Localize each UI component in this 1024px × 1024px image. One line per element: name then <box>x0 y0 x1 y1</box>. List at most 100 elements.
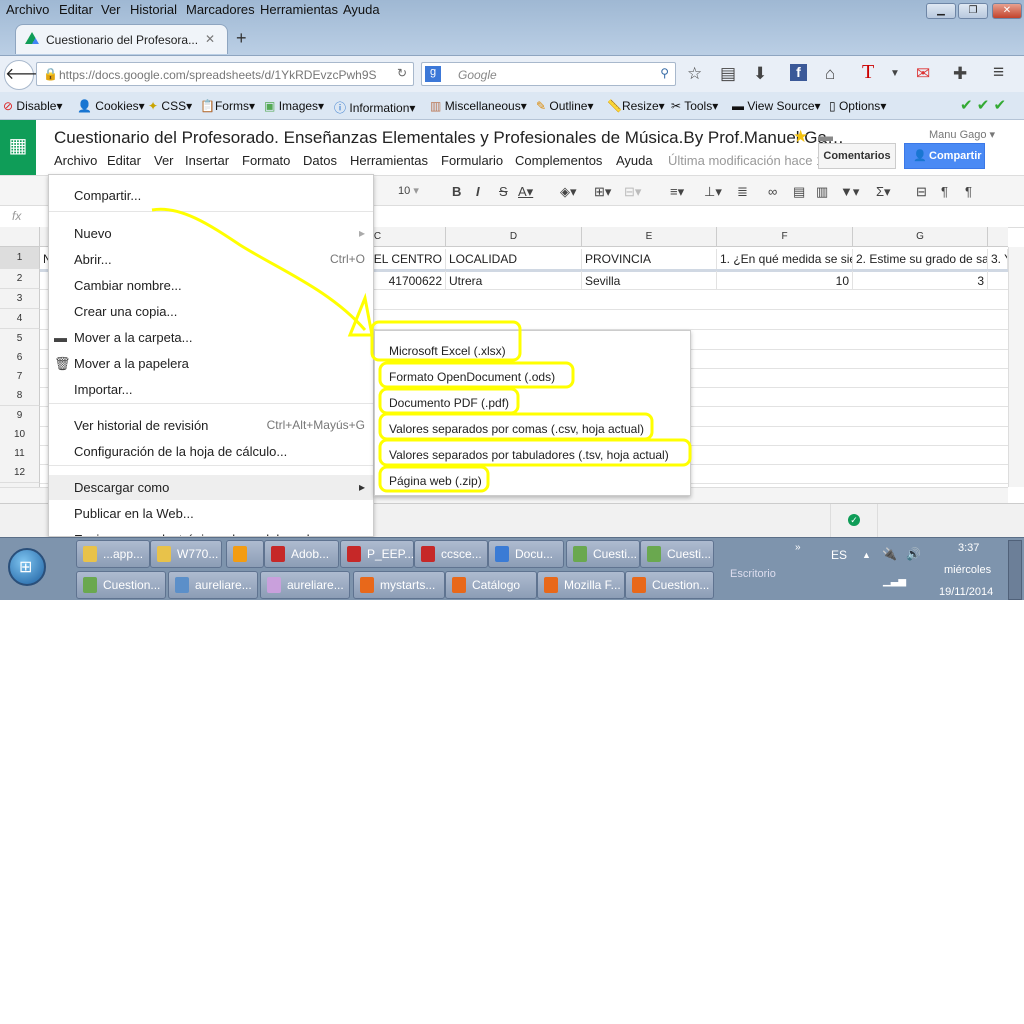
align-icon[interactable]: ≡▾ <box>670 184 684 200</box>
menu-marcadores[interactable]: Marcadores <box>186 2 255 17</box>
taskbar-button[interactable]: Docu... <box>488 540 564 568</box>
column-header-e[interactable]: E <box>582 227 717 247</box>
link-icon[interactable]: ∞ <box>768 184 777 199</box>
column-header-g[interactable]: G <box>853 227 988 247</box>
clock-date[interactable]: 19/11/2014 <box>939 586 993 598</box>
cell-row2[interactable]: 3 <box>853 271 988 290</box>
row-header[interactable]: 4 <box>0 309 40 329</box>
search-icon[interactable]: ⚲ <box>660 66 669 80</box>
cell-row1[interactable]: 3. Y <box>988 249 1008 269</box>
taskbar-button[interactable]: Mozilla F... <box>537 571 625 599</box>
text-tool-icon[interactable]: T <box>862 61 874 84</box>
restore-button[interactable]: ❐ <box>958 3 988 19</box>
row-header[interactable]: 7 <box>0 367 40 387</box>
row-header[interactable]: 6 <box>0 348 40 368</box>
devbar-miscellaneous[interactable]: ▥ Miscellaneous▾ <box>430 99 527 113</box>
column-header-f[interactable]: F <box>717 227 853 247</box>
cell-row1[interactable]: 1. ¿En qué medida se sie <box>717 249 853 269</box>
devbar-cookies[interactable]: 👤 Cookies▾ <box>77 99 145 113</box>
file-menu-item[interactable]: Ver historial de revisión Ctrl+Alt+Mayús+… <box>49 413 373 438</box>
taskbar-button[interactable]: P_EEP... <box>340 540 414 568</box>
row-header[interactable]: 10 <box>0 425 40 445</box>
devbar-information[interactable]: ⓘ Information▾ <box>334 99 415 116</box>
ltr-icon[interactable]: ¶ <box>941 184 948 199</box>
menu-historial[interactable]: Historial <box>130 2 177 17</box>
bookmark-star-icon[interactable]: ☆ <box>687 64 702 84</box>
row-header[interactable]: 11 <box>0 444 40 464</box>
fill-color-icon[interactable]: ◈▾ <box>560 184 577 200</box>
file-menu-item[interactable]: Descargar como ▸ <box>49 475 373 500</box>
file-menu-item[interactable]: Compartir... <box>49 183 373 208</box>
vertical-align-icon[interactable]: ⊥▾ <box>704 184 722 200</box>
menu-ver-sheets[interactable]: Ver <box>154 153 174 168</box>
taskbar-button[interactable] <box>226 540 264 568</box>
menu-complementos[interactable]: Complementos <box>515 153 602 168</box>
file-menu-item[interactable]: Nuevo ▸ <box>49 221 373 246</box>
devbar-disable[interactable]: ⊘ Disable▾ <box>3 99 62 113</box>
document-title[interactable]: Cuestionario del Profesorado. Enseñanzas… <box>54 128 844 148</box>
taskbar-button[interactable]: aureliare... <box>168 571 258 599</box>
taskbar-button[interactable]: Cuesti... <box>566 540 640 568</box>
cell-row2[interactable]: 10 <box>717 271 853 290</box>
search-box[interactable]: g Google ⚲ <box>421 62 676 86</box>
desktop-toolbar[interactable]: Escritorio <box>730 568 776 580</box>
network-signal-icon[interactable]: ▁▃▅ <box>883 576 906 587</box>
file-menu-item[interactable]: Enviar correo electrónico a los colabora… <box>49 527 373 536</box>
taskbar-button[interactable]: ccsce... <box>414 540 488 568</box>
strikethrough-icon[interactable]: S <box>499 184 508 199</box>
row-header[interactable]: 1 <box>0 247 40 269</box>
menu-datos[interactable]: Datos <box>303 153 337 168</box>
cell-row2[interactable]: Sevilla <box>582 271 717 290</box>
file-menu-item[interactable]: Configuración de la hoja de cálculo... <box>49 439 373 464</box>
last-modified[interactable]: Última modificación hace 1 <box>668 153 823 168</box>
file-menu-item[interactable]: Cambiar nombre... <box>49 273 373 298</box>
taskbar-button[interactable]: aureliare... <box>260 571 350 599</box>
row-header[interactable]: 3 <box>0 289 40 309</box>
cell-row2[interactable]: Utrera <box>446 271 582 290</box>
download-format-item[interactable]: Documento PDF (.pdf) <box>389 396 509 410</box>
devbar-resize[interactable]: 📏Resize▾ <box>607 99 665 113</box>
download-format-item[interactable]: Microsoft Excel (.xlsx) <box>389 344 506 358</box>
file-menu-item[interactable]: Mover a la carpeta... ▬ <box>49 325 373 350</box>
cell-row1[interactable]: PROVINCIA <box>582 249 717 269</box>
chevron-right-icon[interactable]: » <box>795 542 801 553</box>
start-button[interactable]: ⊞ <box>8 548 46 586</box>
row-header[interactable]: 9 <box>0 406 40 426</box>
filter-icon[interactable]: ▼▾ <box>840 184 859 200</box>
star-icon[interactable]: ★ <box>793 127 808 147</box>
comments-button[interactable]: Comentarios <box>818 143 896 169</box>
taskbar-button[interactable]: mystarts... <box>353 571 445 599</box>
freeze-icon[interactable]: ⊟ <box>916 184 927 200</box>
facebook-icon[interactable]: f <box>790 64 807 81</box>
home-icon[interactable]: ⌂ <box>825 64 835 84</box>
power-icon[interactable]: 🔌 <box>882 547 897 561</box>
taskbar-button[interactable]: Cuesti... <box>640 540 714 568</box>
menu-insertar[interactable]: Insertar <box>185 153 229 168</box>
font-size-select[interactable]: 10 ▾ <box>398 184 419 197</box>
reading-list-icon[interactable]: ▤ <box>720 64 736 84</box>
menu-ver[interactable]: Ver <box>101 2 121 17</box>
dropdown-icon[interactable]: ▼ <box>890 68 900 79</box>
functions-icon[interactable]: Σ▾ <box>876 184 891 200</box>
comment-icon[interactable]: ▤ <box>793 184 805 200</box>
download-format-item[interactable]: Valores separados por comas (.csv, hoja … <box>389 422 644 436</box>
new-tab-button[interactable]: + <box>236 28 247 49</box>
row-header[interactable]: 12 <box>0 463 40 483</box>
menu-archivo-sheets[interactable]: Archivo <box>54 153 97 168</box>
devbar-options[interactable]: ▯ Options▾ <box>829 99 886 113</box>
menu-ayuda[interactable]: Ayuda <box>343 2 380 17</box>
row-header[interactable]: 2 <box>0 269 40 289</box>
file-menu-item[interactable]: Crear una copia... <box>49 299 373 324</box>
clock-day[interactable]: miércoles <box>944 564 991 576</box>
wrap-text-icon[interactable]: ≣ <box>737 184 748 200</box>
devbar-forms[interactable]: 📋Forms▾ <box>200 99 255 113</box>
bold-icon[interactable]: B <box>452 184 461 199</box>
cell-row1[interactable]: LOCALIDAD <box>446 249 582 269</box>
gmail-icon[interactable]: ✉ <box>916 64 930 84</box>
rtl-icon[interactable]: ¶ <box>965 184 972 199</box>
taskbar-button[interactable]: Adob... <box>264 540 339 568</box>
language-indicator[interactable]: ES <box>831 548 847 562</box>
vertical-scrollbar[interactable] <box>1008 247 1024 487</box>
taskbar-button[interactable]: Cuestion... <box>76 571 166 599</box>
cell-row1[interactable]: 2. Estime su grado de sa <box>853 249 988 269</box>
